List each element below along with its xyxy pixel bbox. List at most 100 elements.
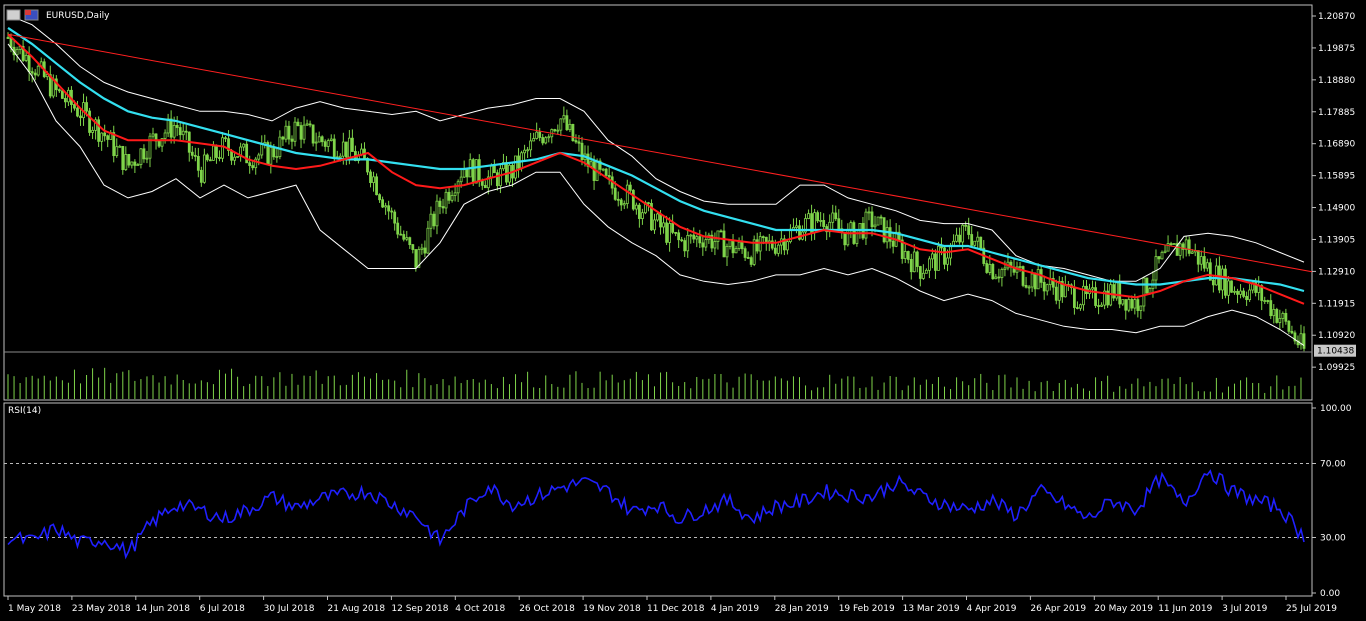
candle-body: [882, 217, 886, 243]
candle-body: [746, 257, 750, 259]
candle-body: [653, 219, 656, 231]
candle-body: [399, 233, 403, 236]
candle-body: [979, 236, 983, 249]
time-tick-label: 6 Jul 2018: [200, 604, 245, 614]
candle-body: [1166, 243, 1170, 252]
candle-body: [1172, 243, 1176, 246]
candle-body: [1027, 286, 1031, 289]
candle-body: [145, 157, 149, 160]
rsi-pane[interactable]: 100.00 70.00 30.00 0.00: [3, 402, 1352, 599]
candle-body: [1211, 279, 1215, 286]
candle-body: [1133, 299, 1137, 309]
candle-body: [233, 156, 236, 161]
time-tick-label: 30 Jul 2018: [264, 604, 315, 614]
candle-body: [943, 247, 946, 265]
candle-body: [1127, 299, 1131, 311]
candle-body: [1196, 250, 1200, 265]
candle-body: [535, 131, 539, 139]
candle-body: [1272, 309, 1276, 317]
candle-body: [807, 213, 810, 219]
current-price-label: 1.10438: [1317, 347, 1354, 357]
candle-body: [372, 176, 375, 183]
candle-body: [637, 204, 641, 219]
candle-body: [1187, 239, 1191, 254]
candle-body: [166, 118, 170, 134]
price-tick-label: 1.14900: [1318, 204, 1355, 214]
candle-body: [686, 235, 690, 252]
candle-body: [284, 125, 288, 140]
candle-body: [529, 140, 533, 151]
candle-body: [196, 155, 200, 171]
candle-body: [97, 119, 101, 142]
candle-body: [1033, 273, 1037, 290]
candle-body: [1221, 268, 1224, 291]
candle-body: [976, 236, 980, 242]
candle-body: [293, 121, 297, 142]
candle-body: [190, 151, 194, 156]
price-pane[interactable]: 1.20870 1.19875 1.18880 1.17885 1.16890 1.158…: [3, 4, 1356, 401]
candle-body: [843, 232, 847, 246]
candle-body: [499, 168, 502, 187]
symbol-title: EURUSD,Daily: [46, 11, 110, 21]
candle-body: [879, 216, 883, 219]
candle-body: [338, 155, 342, 158]
candle-body: [946, 257, 949, 265]
candle-body: [538, 131, 542, 138]
price-tick-label: 1.20870: [1318, 12, 1355, 22]
candle-body: [619, 199, 623, 206]
candle-body: [737, 241, 741, 249]
time-tick-label: 25 Jul 2019: [1286, 604, 1337, 614]
candle-body: [1178, 243, 1182, 256]
candle-body: [837, 218, 841, 230]
candle-body: [411, 244, 415, 250]
candle-body: [867, 211, 871, 214]
price-tick-label: 1.18880: [1318, 76, 1355, 86]
candle-body: [402, 234, 406, 240]
candle-body: [526, 149, 530, 152]
candle-body: [57, 89, 61, 92]
candle-body: [157, 140, 161, 147]
candle-body: [1118, 282, 1122, 305]
chart-canvas[interactable]: 1.20870 1.19875 1.18880 1.17885 1.16890 1.158…: [0, 0, 1366, 621]
time-tick-label: 19 Feb 2019: [839, 604, 895, 614]
candle-body: [483, 184, 487, 189]
candle-body: [1245, 295, 1249, 300]
candle-body: [103, 132, 107, 137]
candle-body: [311, 124, 315, 144]
candle-body: [100, 132, 104, 142]
candle-body: [492, 165, 496, 174]
candle-body: [480, 180, 484, 186]
candle-body: [713, 241, 717, 249]
candle-body: [625, 184, 629, 204]
candle-body: [127, 154, 131, 166]
candle-body: [758, 236, 762, 252]
price-tick-label: 1.16890: [1318, 140, 1355, 150]
chart-window-icon: [6, 9, 39, 21]
candle-body: [786, 241, 789, 251]
candle-body: [1233, 290, 1236, 293]
candle-body: [136, 164, 140, 166]
candle-body: [568, 123, 572, 131]
candle-body: [242, 143, 246, 148]
candle-body: [33, 72, 37, 76]
candle-body: [541, 137, 545, 144]
candle-body: [749, 257, 753, 265]
candle-body: [577, 141, 581, 144]
candle-body: [1100, 304, 1103, 307]
ma-fast-line: [7, 33, 1305, 305]
candle-body: [967, 225, 971, 235]
candle-body: [350, 137, 354, 152]
candle-body: [278, 136, 282, 157]
candle-body: [1130, 299, 1134, 309]
candle-body: [1030, 273, 1034, 288]
candle-body: [236, 155, 239, 158]
candle-body: [489, 165, 493, 178]
candle-body: [1248, 289, 1252, 300]
candle-body: [332, 138, 336, 158]
candle-body: [921, 272, 925, 279]
candle-body: [659, 213, 662, 228]
time-tick-label: 4 Apr 2019: [967, 604, 1017, 614]
candle-body: [1003, 267, 1007, 270]
candle-body: [764, 236, 768, 243]
candle-body: [275, 156, 279, 158]
